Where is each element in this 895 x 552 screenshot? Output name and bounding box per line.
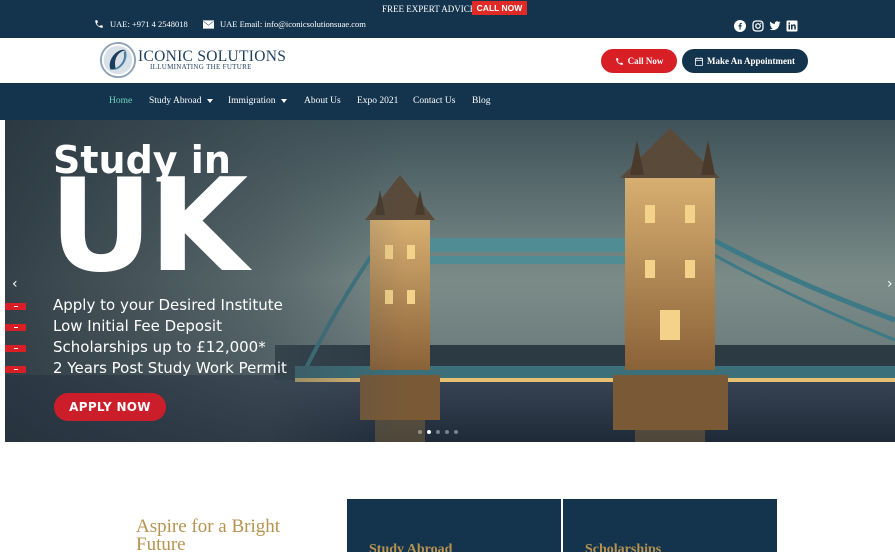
envelope-icon xyxy=(203,19,214,29)
slider-dot-active[interactable] xyxy=(427,430,431,434)
card-scholarships-title: Scholarships xyxy=(585,542,662,552)
phone-icon xyxy=(95,20,103,28)
card-scholarships[interactable]: Scholarships xyxy=(563,499,777,552)
nav-about-us[interactable]: About Us xyxy=(304,96,341,106)
hero-bullet-4: 2 Years Post Study Work Permit xyxy=(53,359,287,377)
twitter-icon[interactable] xyxy=(769,20,781,32)
phone-text: UAE: +971 4 2548018 xyxy=(110,19,188,29)
email-text: UAE Email: info@iconicsolutionsuae.com xyxy=(220,19,366,29)
slider-prev-icon[interactable]: ‹ xyxy=(12,276,18,292)
instagram-icon[interactable] xyxy=(752,20,764,32)
nav-home[interactable]: Home xyxy=(109,96,132,106)
call-now-label: Call Now xyxy=(627,56,664,66)
intro-heading: Aspire for a Bright Future xyxy=(136,516,281,552)
slider-pagination xyxy=(418,430,458,434)
make-appointment-button[interactable]: Make An Appointment xyxy=(682,49,808,73)
hero-bullet-1: Apply to your Desired Institute xyxy=(53,296,283,314)
promo-text: FREE EXPERT ADVICE xyxy=(382,4,476,14)
nav-expo-label: Expo 2021 xyxy=(357,96,399,106)
nav-contact-us-label: Contact Us xyxy=(413,96,456,106)
slider-dot[interactable] xyxy=(454,430,458,434)
facebook-icon[interactable] xyxy=(734,20,746,32)
nav-blog-label: Blog xyxy=(472,96,491,106)
hero-bullet-3: Scholarships up to £12,000* xyxy=(53,338,266,356)
slider-next-icon[interactable]: › xyxy=(887,276,893,292)
main-nav: Home Study Abroad Immigration About Us E… xyxy=(0,83,895,120)
make-appointment-label: Make An Appointment xyxy=(706,56,795,66)
card-study-abroad[interactable]: Study Abroad xyxy=(347,499,561,552)
bullet-marker xyxy=(5,345,26,352)
slider-dot[interactable] xyxy=(418,430,422,434)
logo-tagline: ILLUMINATING THE FUTURE xyxy=(150,63,252,71)
nav-study-abroad-label: Study Abroad xyxy=(149,96,202,106)
email-contact[interactable]: UAE Email: info@iconicsolutionsuae.com xyxy=(203,19,366,29)
nav-contact-us[interactable]: Contact Us xyxy=(413,96,455,106)
hero-title-line2: UK xyxy=(49,152,248,301)
top-bar: FREE EXPERT ADVICE CALL NOW UAE: +971 4 … xyxy=(0,0,895,38)
promo-call-now-button[interactable]: CALL NOW xyxy=(472,1,527,15)
nav-immigration-label: Immigration xyxy=(228,96,276,106)
nav-study-abroad[interactable]: Study Abroad xyxy=(149,96,213,106)
nav-expo-2021[interactable]: Expo 2021 xyxy=(357,96,398,106)
logo-icon[interactable] xyxy=(99,41,137,79)
nav-about-us-label: About Us xyxy=(304,96,341,106)
bullet-marker xyxy=(5,303,26,310)
nav-home-label: Home xyxy=(109,96,133,106)
apply-now-label: APPLY NOW xyxy=(69,400,151,414)
phone-contact[interactable]: UAE: +971 4 2548018 xyxy=(94,19,188,29)
slider-dot[interactable] xyxy=(445,430,449,434)
bullet-marker xyxy=(5,366,26,373)
chevron-down-icon xyxy=(280,99,287,103)
promo-strip: FREE EXPERT ADVICE CALL NOW xyxy=(0,0,895,16)
apply-now-button[interactable]: APPLY NOW xyxy=(54,393,166,421)
chevron-down-icon xyxy=(206,99,213,103)
phone-icon xyxy=(615,57,623,65)
call-now-button[interactable]: Call Now xyxy=(601,49,677,73)
linkedin-icon[interactable] xyxy=(786,20,798,32)
site-header: ICONIC SOLUTIONS ILLUMINATING THE FUTURE… xyxy=(0,38,895,83)
card-study-abroad-title: Study Abroad xyxy=(369,542,453,552)
calendar-icon xyxy=(694,57,703,66)
nav-immigration[interactable]: Immigration xyxy=(228,96,287,106)
hero-slider: Study in UK Apply to your Desired Instit… xyxy=(5,120,895,442)
slider-dot[interactable] xyxy=(436,430,440,434)
hero-bullet-2: Low Initial Fee Deposit xyxy=(53,317,222,335)
nav-blog[interactable]: Blog xyxy=(472,96,490,106)
bullet-marker xyxy=(5,324,26,331)
